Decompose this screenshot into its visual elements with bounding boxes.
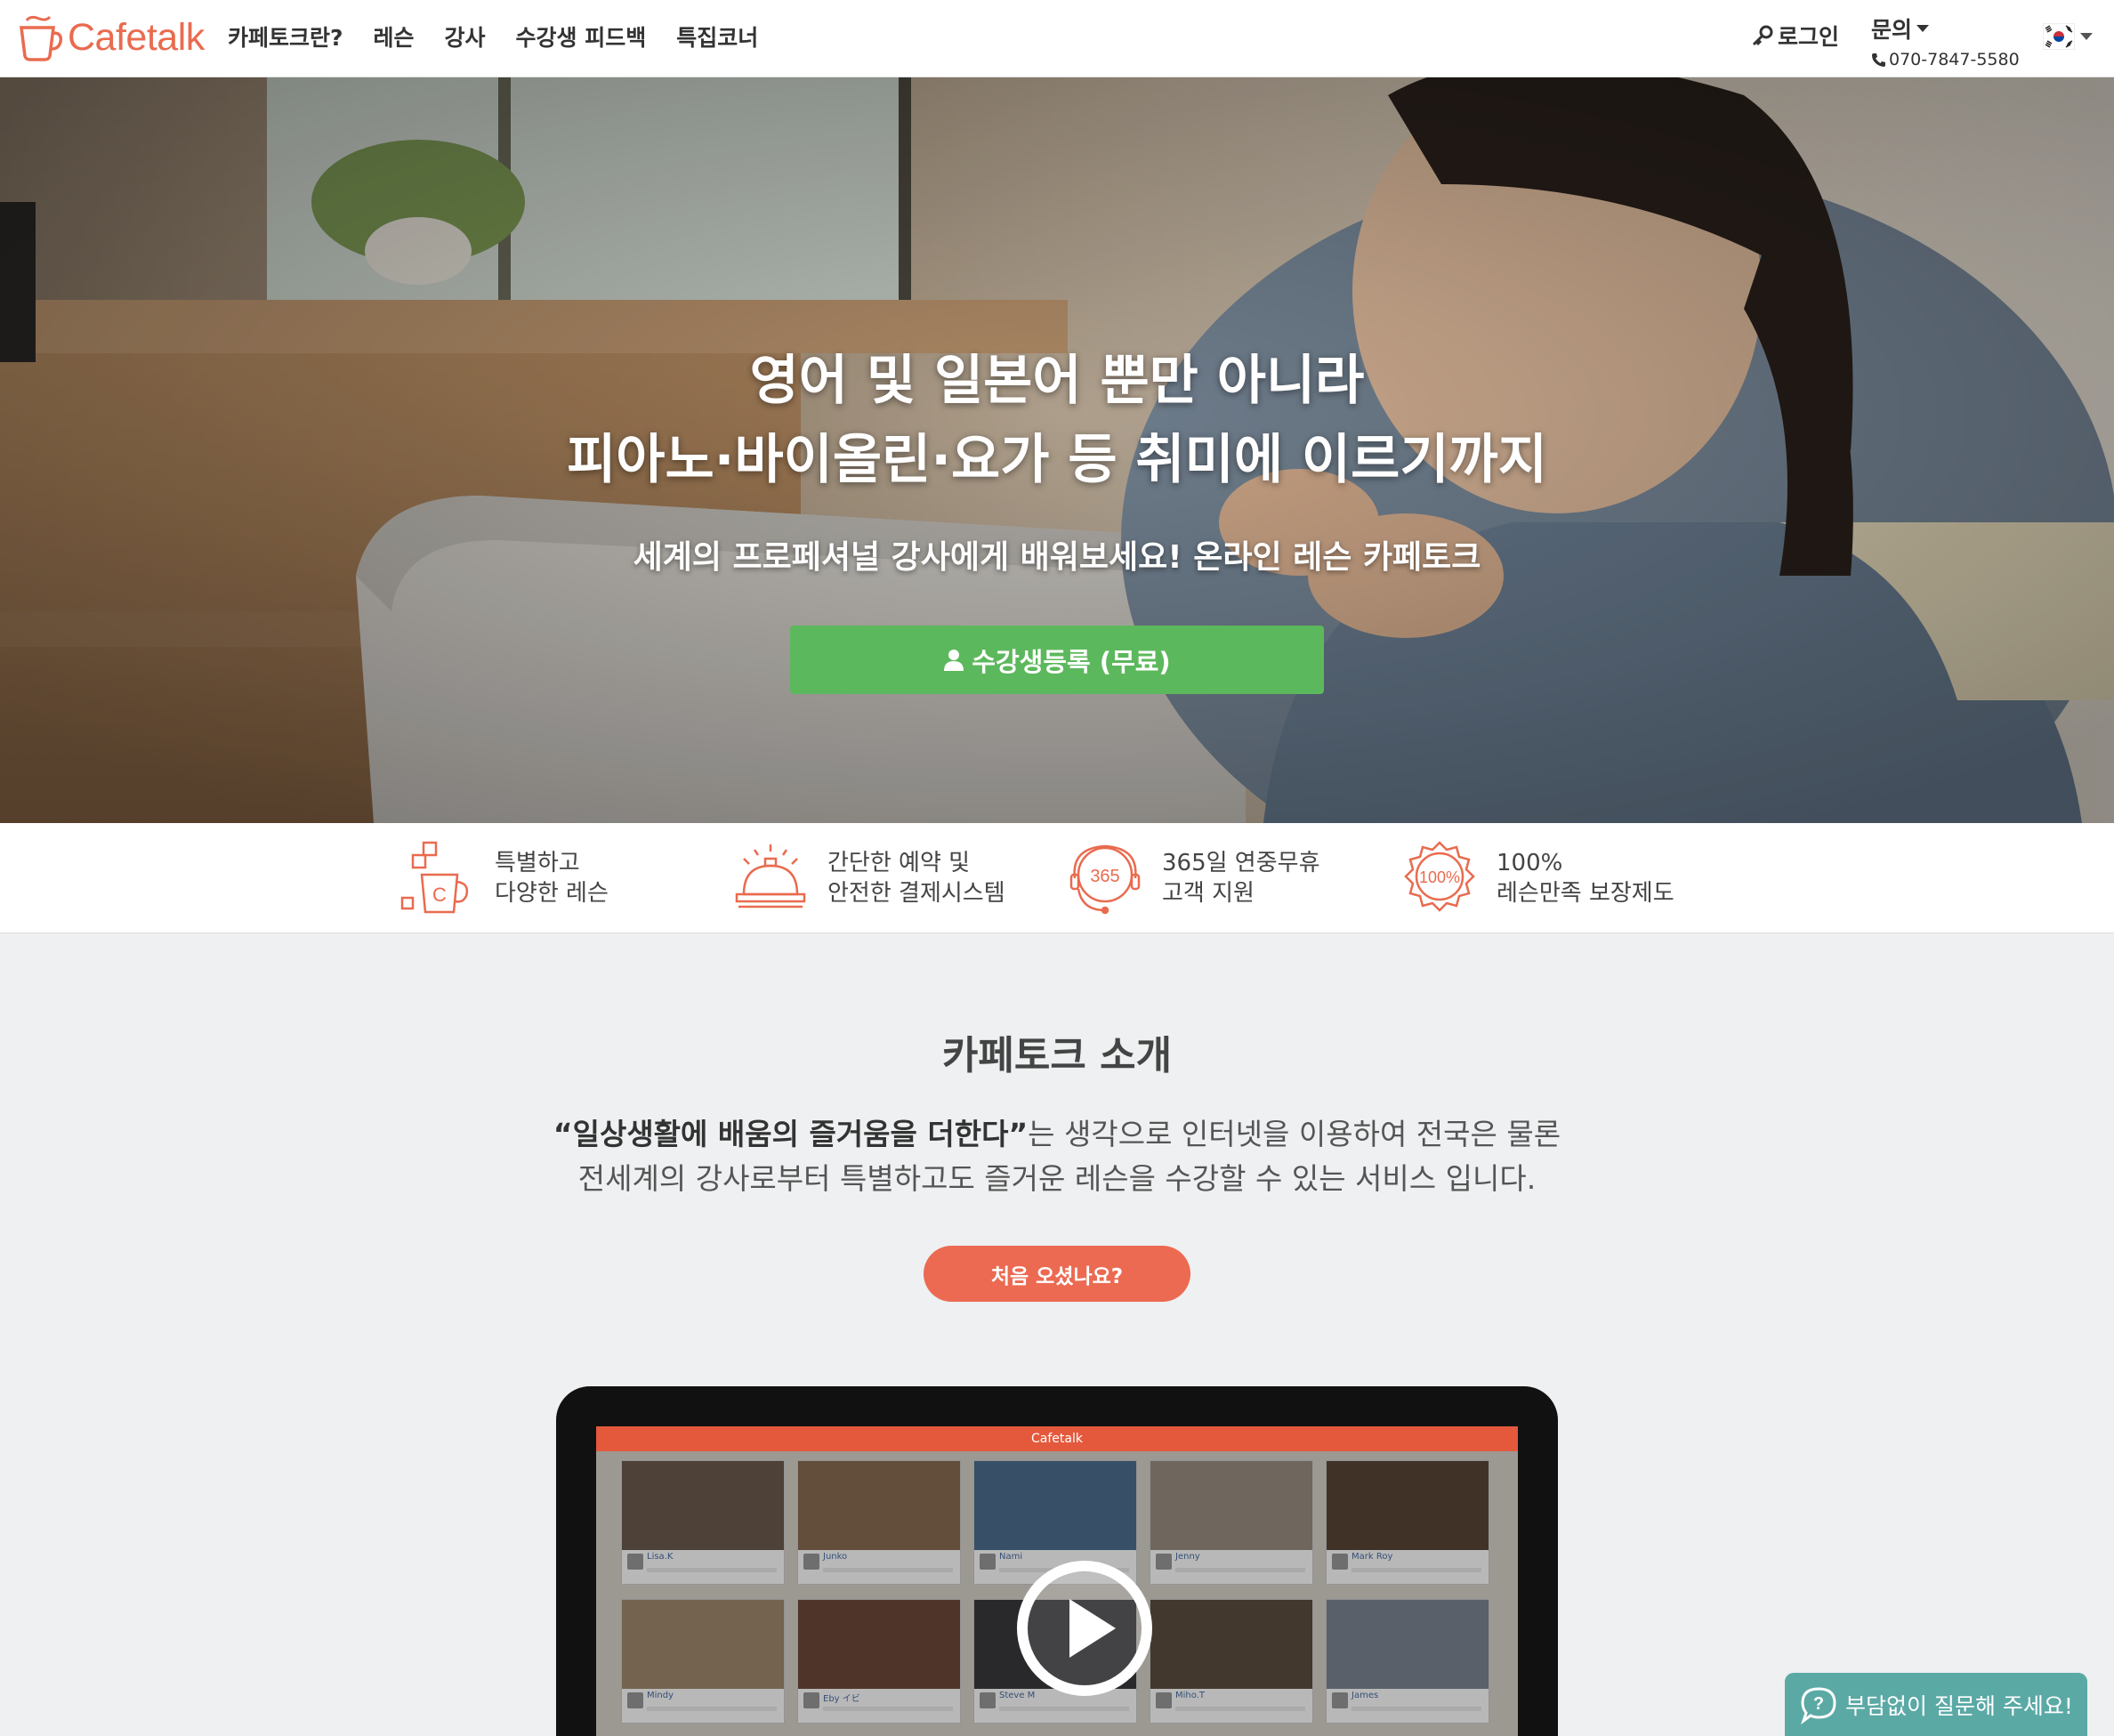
phone-number: 070-7847-5580 xyxy=(1889,50,2020,69)
feature-lessons: C 특별하고 다양한 레슨 xyxy=(399,832,609,925)
korea-flag-icon xyxy=(2043,23,2075,50)
video-screen-header: Cafetalk xyxy=(596,1426,1518,1451)
intro-description: “일상생활에 배움의 즐거움을 더한다”는 생각으로 인터넷을 이용하여 전국은… xyxy=(0,1112,2114,1201)
feature-support: 365 365일 연중무휴 고객 지원 xyxy=(1066,832,1320,925)
contact-dropdown[interactable]: 문의 070-7847-5580 xyxy=(1871,12,2020,69)
video-screen-logo: Cafetalk xyxy=(1031,1432,1083,1446)
first-visit-button-label: 처음 오셨나요? xyxy=(990,1264,1124,1288)
intro-video-device: Cafetalk Lisa.K Junko Nami Jenny Mark Ro… xyxy=(556,1386,1558,1736)
nav-feedback[interactable]: 수강생 피드백 xyxy=(516,20,647,52)
question-bubble-icon: ? xyxy=(1801,1686,1836,1724)
phone-icon xyxy=(1872,52,1885,67)
nav-about[interactable]: 카페토크란? xyxy=(228,20,343,52)
hero-subtitle: 세계의 프로페셔널 강사에게 배워보세요! 온라인 레슨 카페토크 xyxy=(633,539,1481,576)
feature-guarantee-line1: 100% xyxy=(1497,850,1563,876)
svg-text:?: ? xyxy=(1813,1694,1824,1714)
site-header: Cafetalk 카페토크란? 레슨 강사 수강생 피드백 특집코너 로그인 문… xyxy=(0,0,2114,77)
intro-quote: “일상생활에 배움의 즐거움을 더한다” xyxy=(553,1117,1029,1151)
play-icon[interactable] xyxy=(1016,1560,1153,1697)
caret-down-icon xyxy=(1916,25,1930,32)
logo-text: Cafetalk xyxy=(68,15,205,59)
feature-guarantee: 100% 100% 레슨만족 보장제도 xyxy=(1400,832,1674,925)
bell-icon xyxy=(735,844,806,908)
user-icon xyxy=(944,649,964,671)
main-nav: 카페토크란? 레슨 강사 수강생 피드백 특집코너 xyxy=(228,0,788,73)
feature-lessons-line2: 다양한 레슨 xyxy=(495,880,609,907)
hero-title-line1: 영어 및 일본어 뿐만 아니라 xyxy=(749,350,1365,412)
logo[interactable]: Cafetalk xyxy=(18,12,205,62)
signup-button-label: 수강생등록 (무료) xyxy=(972,646,1171,677)
login-label: 로그인 xyxy=(1778,24,1840,50)
contact-label: 문의 xyxy=(1871,17,1913,43)
language-selector[interactable] xyxy=(2043,23,2093,50)
features-bar: C 특별하고 다양한 레슨 간단한 예약 및 안전한 결제시스템 365 365… xyxy=(0,823,2114,933)
feature-support-line2: 고객 지원 xyxy=(1162,880,1255,907)
feature-lessons-line1: 특별하고 xyxy=(495,850,580,876)
signup-button[interactable]: 수강생등록 (무료) xyxy=(790,626,1324,694)
feature-booking-line2: 안전한 결제시스템 xyxy=(827,880,1005,907)
intro-desc-line2: 전세계의 강사로부터 특별하고도 즐거운 레슨을 수강할 수 있는 서비스 입니… xyxy=(577,1161,1537,1196)
feature-booking: 간단한 예약 및 안전한 결제시스템 xyxy=(731,832,1005,925)
caret-down-icon xyxy=(2080,33,2093,40)
hero-title-line2: 피아노·바이올린·요가 등 취미에 이르기까지 xyxy=(567,429,1547,491)
feature-support-line1: 365일 연중무휴 xyxy=(1162,850,1320,876)
svg-text:100%: 100% xyxy=(1419,868,1460,886)
cup-icon: C xyxy=(400,841,469,914)
login-link[interactable]: 로그인 xyxy=(1751,20,1839,52)
nav-features[interactable]: 특집코너 xyxy=(676,20,758,52)
chat-help-button[interactable]: ? 부담없이 질문해 주세요! xyxy=(1785,1673,2087,1736)
chat-help-label: 부담없이 질문해 주세요! xyxy=(1845,1692,2073,1719)
svg-text:365: 365 xyxy=(1090,867,1119,886)
svg-text:C: C xyxy=(432,884,447,906)
feature-guarantee-line2: 레슨만족 보장제도 xyxy=(1497,880,1674,907)
guarantee-badge-icon: 100% xyxy=(1404,841,1475,912)
video-screen: Cafetalk Lisa.K Junko Nami Jenny Mark Ro… xyxy=(596,1426,1518,1736)
intro-desc-rest: 는 생각으로 인터넷을 이용하여 전국은 물론 xyxy=(1028,1117,1561,1151)
nav-tutors[interactable]: 강사 xyxy=(445,20,486,52)
nav-lessons[interactable]: 레슨 xyxy=(374,20,415,52)
intro-title: 카페토크 소개 xyxy=(941,1033,1173,1078)
cup-logo-icon xyxy=(20,15,63,61)
feature-booking-line1: 간단한 예약 및 xyxy=(827,850,971,876)
first-visit-button[interactable]: 처음 오셨나요? xyxy=(924,1246,1190,1302)
key-icon xyxy=(1752,25,1773,46)
hero-section: 영어 및 일본어 뿐만 아니라 피아노·바이올린·요가 등 취미에 이르기까지 … xyxy=(0,77,2114,823)
support-365-icon: 365 xyxy=(1069,844,1141,915)
